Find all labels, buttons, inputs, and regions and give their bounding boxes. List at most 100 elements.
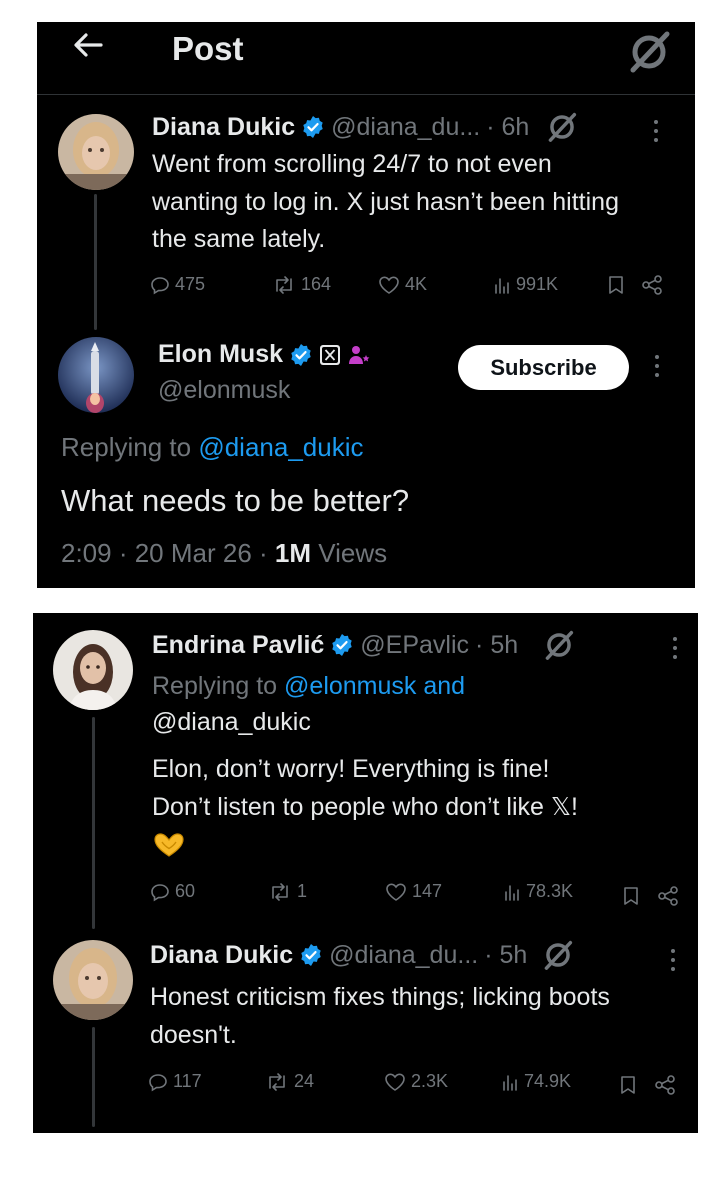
grok-icon[interactable] [542, 628, 576, 662]
reply1-header: Endrina Pavlić @EPavlic · 5h [152, 628, 576, 662]
bookmark-icon [621, 1076, 635, 1094]
like-button[interactable]: 147 [385, 881, 442, 902]
reply-count: 475 [175, 274, 206, 294]
bookmark-button[interactable] [619, 1075, 637, 1100]
views-button[interactable]: 74.9K [501, 1071, 571, 1092]
author-handle[interactable]: @diana_du... [331, 113, 480, 142]
repost-count: 24 [294, 1071, 315, 1091]
author-handle[interactable]: @EPavlic [360, 631, 469, 660]
grok-icon[interactable] [541, 938, 575, 972]
verified-badge-icon [301, 944, 321, 966]
share-button[interactable] [657, 886, 679, 911]
views-icon [505, 884, 519, 901]
author-name[interactable]: Diana Dukic [152, 113, 295, 142]
reply-button[interactable]: 475 [150, 274, 205, 295]
author-handle[interactable]: @elonmusk [158, 376, 290, 405]
repost-icon [272, 882, 288, 901]
thread-line [92, 1027, 95, 1127]
heart-hands-icon [154, 833, 184, 857]
views-count: 1M [274, 538, 312, 568]
bookmark-button[interactable] [607, 275, 625, 300]
share-button[interactable] [641, 275, 663, 300]
more-icon[interactable] [655, 355, 659, 377]
views-count: 78.3K [526, 881, 574, 901]
reply-button[interactable]: 60 [150, 881, 195, 902]
x-logo-badge-icon [320, 344, 341, 365]
author-name[interactable]: Diana Dukic [150, 941, 293, 970]
tweet-time[interactable]: · 5h [475, 631, 518, 660]
author-handle[interactable]: @diana_du... [329, 941, 478, 970]
reply-icon [151, 883, 169, 901]
views-count: 991K [516, 274, 559, 294]
avatar-diana-dukic[interactable] [53, 940, 133, 1020]
subscribe-button[interactable]: Subscribe [458, 345, 629, 390]
like-count: 4K [405, 274, 428, 294]
tweet-text: Went from scrolling 24/7 to not even wan… [152, 150, 619, 253]
reply-icon [149, 1073, 167, 1091]
avatar-elon-musk[interactable] [58, 337, 134, 413]
reply-button[interactable]: 117 [148, 1071, 202, 1092]
tweet1-header: Diana Dukic @diana_du... · 6h [152, 110, 579, 144]
like-button[interactable]: 4K [378, 274, 427, 295]
reply-text-line2: Don’t listen to people who don’t like 𝕏! [152, 793, 578, 821]
post-panel: Post Diana Dukic @diana_du... · 6h Went … [37, 22, 695, 588]
more-icon[interactable] [671, 949, 675, 971]
author-name[interactable]: Endrina Pavlić [152, 631, 324, 660]
repost-icon [276, 275, 292, 294]
grok-button[interactable] [627, 30, 671, 79]
author-name[interactable]: Elon Musk [158, 340, 283, 369]
share-button[interactable] [654, 1075, 676, 1100]
views-label: Views [318, 538, 388, 568]
tweet-time[interactable]: · 6h [486, 113, 529, 142]
like-count: 2.3K [411, 1071, 449, 1091]
avatar-diana-dukic[interactable] [58, 114, 134, 190]
views-icon [495, 277, 509, 294]
repost-icon [269, 1072, 285, 1091]
grok-icon [630, 31, 670, 73]
back-arrow-icon [74, 33, 103, 57]
reply-count: 60 [175, 881, 196, 901]
more-icon[interactable] [654, 120, 658, 142]
repost-button[interactable]: 1 [268, 881, 307, 902]
avatar-endrina-pavlic[interactable] [53, 630, 133, 710]
avatar-image [53, 630, 133, 710]
like-icon [385, 1072, 405, 1091]
replies-panel: Endrina Pavlić @EPavlic · 5h Replying to… [33, 613, 698, 1133]
replying-handle[interactable]: @elonmusk [284, 672, 416, 700]
repost-count: 164 [301, 274, 332, 294]
repost-count: 1 [297, 881, 308, 901]
views-count: 74.9K [524, 1071, 572, 1091]
replying-prefix: Replying to [61, 432, 192, 462]
replying-to: Replying to @elonmusk and [152, 668, 465, 706]
thread-line [92, 717, 95, 929]
affiliate-icon [349, 345, 370, 364]
views-button[interactable]: 991K [493, 274, 558, 295]
repost-button[interactable]: 164 [272, 274, 331, 295]
post-time[interactable]: 2:09 · 20 Mar 26 · [61, 538, 268, 568]
reply-text-line1: Elon, don’t worry! Everything is fine! [152, 755, 550, 783]
views-button[interactable]: 78.3K [503, 881, 573, 902]
grok-icon[interactable] [545, 110, 579, 144]
back-button[interactable] [71, 28, 105, 67]
main-post-text: What needs to be better? [61, 483, 410, 518]
bookmark-button[interactable] [622, 886, 640, 911]
thread-line [94, 194, 97, 330]
share-icon [642, 275, 662, 295]
verified-badge-icon [291, 343, 311, 366]
verified-badge-icon [332, 634, 352, 656]
like-icon [379, 275, 399, 294]
reply-count: 117 [173, 1071, 202, 1091]
reply-text: Honest criticism fixes things; licking b… [150, 983, 610, 1049]
page-title: Post [172, 30, 244, 67]
repost-button[interactable]: 24 [265, 1071, 314, 1092]
replying-handle[interactable]: @diana_dukic [152, 704, 311, 742]
replying-and: and [423, 672, 466, 700]
more-icon[interactable] [673, 637, 677, 659]
header-divider [37, 94, 695, 95]
heart-hands-emoji: 🫶 [152, 831, 186, 864]
replying-to: Replying to @diana_dukic [61, 432, 363, 463]
views-icon [503, 1074, 517, 1091]
tweet-time[interactable]: · 5h [484, 941, 527, 970]
replying-handle[interactable]: @diana_dukic [198, 432, 363, 462]
like-button[interactable]: 2.3K [384, 1071, 448, 1092]
